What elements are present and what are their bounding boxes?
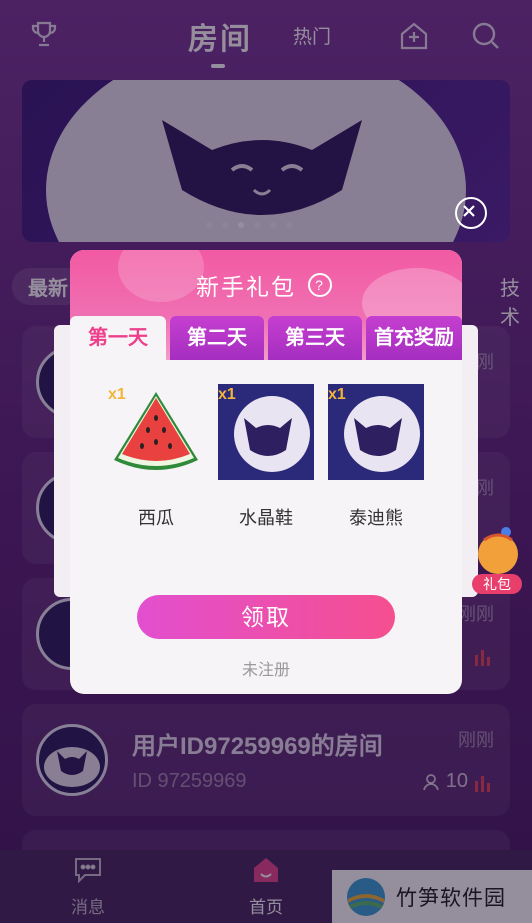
- gift-name: 西瓜: [138, 508, 174, 528]
- dialog-title: 新手礼包: [196, 274, 296, 300]
- unregistered-label: 未注册: [241, 662, 290, 679]
- gift-badge-label: 礼包: [472, 574, 522, 594]
- dialog-header: 新手礼包 ? 第一天 第二天 第三天 首充奖励: [70, 250, 462, 360]
- header-decoration: [118, 250, 204, 302]
- dialog-title-row: 新手礼包 ?: [196, 268, 332, 302]
- tab-day-1[interactable]: 第一天: [70, 316, 166, 360]
- gift-item: x1 水晶鞋: [216, 384, 316, 530]
- gift-qty: x1: [328, 386, 346, 403]
- claim-button[interactable]: 领取: [137, 595, 395, 639]
- newbie-gift-dialog: 新手礼包 ? 第一天 第二天 第三天 首充奖励 x1 西瓜 x1 水晶鞋 x1 …: [70, 250, 462, 694]
- gift-name: 水晶鞋: [239, 508, 293, 528]
- close-icon: [463, 205, 475, 217]
- help-icon[interactable]: ?: [308, 273, 332, 297]
- gift-qty: x1: [108, 386, 126, 403]
- banner-close-button[interactable]: [455, 197, 487, 229]
- gift-item: x1 泰迪熊: [326, 384, 426, 530]
- cat-logo-icon: x1: [218, 384, 314, 480]
- tab-day-2[interactable]: 第二天: [170, 316, 264, 360]
- watermelon-icon: x1: [108, 384, 204, 480]
- floating-gift-badge[interactable]: 礼包: [466, 520, 524, 594]
- gift-name: 泰迪熊: [349, 508, 403, 528]
- day-tabs: 第一天 第二天 第三天 首充奖励: [70, 316, 462, 360]
- gift-item: x1 西瓜: [106, 384, 206, 530]
- tab-day-3[interactable]: 第三天: [268, 316, 362, 360]
- tab-first-charge[interactable]: 首充奖励: [366, 316, 462, 360]
- cat-logo-icon: x1: [328, 384, 424, 480]
- gift-bag-icon: [478, 527, 518, 574]
- gift-qty: x1: [218, 386, 236, 403]
